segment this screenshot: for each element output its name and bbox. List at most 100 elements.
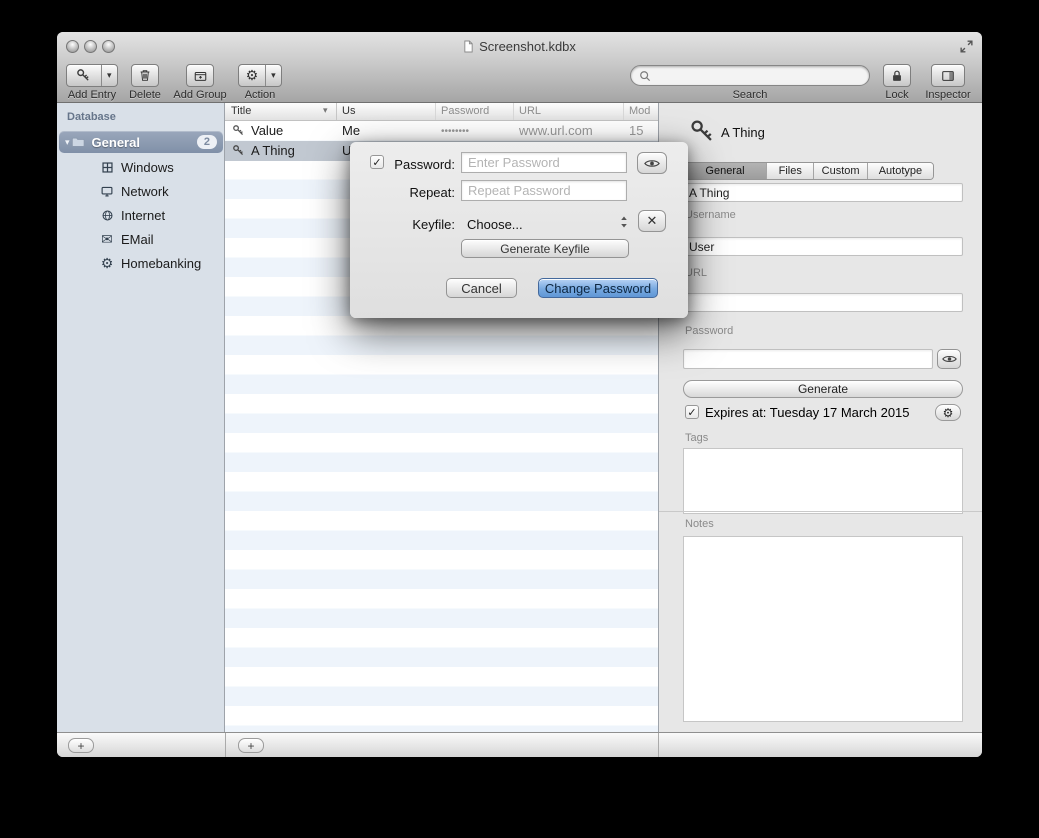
chevron-down-icon[interactable]: ▾ [101, 65, 117, 86]
folder-plus-icon [193, 69, 208, 83]
column-divider[interactable] [513, 103, 514, 120]
add-group-button[interactable] [186, 64, 214, 87]
pane-divider [658, 733, 659, 757]
sidebar-item-label: Internet [121, 208, 165, 223]
username-field[interactable] [683, 237, 963, 256]
sidebar-item-label: EMail [121, 232, 154, 247]
tags-label: Tags [685, 432, 708, 444]
display-icon [99, 183, 115, 199]
column-header-url[interactable]: URL [519, 105, 541, 117]
gear-icon: ⚙ [943, 406, 954, 420]
stepper-arrows-icon[interactable] [620, 215, 628, 229]
clear-keyfile-button[interactable]: ✕ [638, 210, 666, 232]
tags-input[interactable] [683, 448, 963, 514]
sidebar-item-label: Network [121, 184, 169, 199]
search-input[interactable] [655, 68, 861, 84]
add-entry-plus-button[interactable]: + [238, 738, 264, 753]
tab-custom[interactable]: Custom [814, 163, 867, 179]
tab-autotype[interactable]: Autotype [868, 163, 933, 179]
folder-icon [70, 135, 86, 149]
title-bar: Screenshot.kdbx [57, 32, 982, 60]
cell-password: •••••••• [441, 126, 469, 137]
add-group-plus-button[interactable]: + [68, 738, 94, 753]
globe-icon [99, 207, 115, 223]
inspector-entry-title: A Thing [721, 125, 765, 140]
dialog-keyfile-label: Keyfile: [354, 217, 455, 232]
expires-label: Expires at: Tuesday 17 March 2015 [705, 405, 910, 420]
expires-checkbox[interactable]: ✓ [685, 405, 699, 419]
password-field[interactable] [683, 349, 933, 369]
action-button[interactable]: ⚙ ▾ [238, 64, 282, 87]
column-divider[interactable] [435, 103, 436, 120]
url-label: URL [685, 267, 707, 279]
inspector-label: Inspector [913, 89, 983, 101]
sidebar: Database ▾ General 2 Windows Network [57, 103, 225, 732]
column-header-title[interactable]: Title [231, 105, 251, 117]
tab-files[interactable]: Files [767, 163, 814, 179]
cell-username: Me [342, 123, 360, 138]
change-password-button[interactable]: Change Password [538, 278, 658, 298]
new-password-input[interactable] [461, 152, 627, 173]
generate-password-button[interactable]: Generate [683, 380, 963, 398]
sort-indicator-icon: ▾ [323, 105, 328, 116]
sidebar-group-label: General [92, 135, 140, 150]
repeat-password-input[interactable] [461, 180, 627, 201]
reveal-password-button[interactable] [637, 152, 667, 174]
password-label: Password [685, 325, 733, 337]
notes-input[interactable] [683, 536, 963, 722]
delete-button[interactable] [131, 64, 159, 87]
sidebar-item-homebanking[interactable]: ⚙ Homebanking [57, 251, 224, 275]
lock-icon [890, 69, 904, 83]
fullscreen-icon[interactable] [959, 39, 974, 54]
app-window: Screenshot.kdbx ▾ Add Entry Delete Ad [57, 32, 982, 757]
lock-button[interactable] [883, 64, 911, 87]
column-header-password[interactable]: Password [441, 105, 489, 117]
sidebar-item-windows[interactable]: Windows [57, 155, 224, 179]
checkbox-check-icon: ✓ [685, 405, 699, 419]
trash-icon [138, 68, 152, 83]
add-entry-button[interactable]: ▾ [66, 64, 118, 87]
sidebar-header: Database [67, 111, 116, 123]
key-icon [232, 124, 245, 137]
envelope-icon: ✉ [99, 231, 115, 247]
eye-icon [942, 354, 957, 364]
inspector-panel-icon [940, 69, 956, 83]
generate-keyfile-button[interactable]: Generate Keyfile [461, 239, 629, 258]
sidebar-item-network[interactable]: Network [57, 179, 224, 203]
entry-count-badge: 2 [197, 135, 217, 149]
cancel-button[interactable]: Cancel [446, 278, 517, 298]
sidebar-group-general[interactable]: ▾ General 2 [59, 131, 223, 153]
bottom-bar: + + [57, 732, 982, 757]
key-icon [689, 118, 715, 144]
column-divider[interactable] [336, 103, 337, 120]
column-header-modified[interactable]: Mod [629, 105, 650, 117]
sidebar-item-internet[interactable]: Internet [57, 203, 224, 227]
key-icon [232, 144, 245, 157]
search-icon [639, 70, 651, 82]
column-header-username[interactable]: Us [342, 105, 355, 117]
action-label: Action [225, 89, 295, 101]
notes-label: Notes [685, 518, 714, 530]
tab-general[interactable]: General [684, 163, 767, 179]
table-row[interactable]: Value Me •••••••• www.url.com 15 [225, 121, 658, 141]
document-icon [463, 40, 474, 53]
search-field[interactable] [630, 65, 870, 86]
expiry-options-button[interactable]: ⚙ [935, 404, 961, 421]
change-password-dialog: ✓ Password: Repeat: Keyfile: Choose... ✕… [350, 142, 688, 318]
cell-url: www.url.com [519, 123, 593, 138]
sidebar-item-label: Homebanking [121, 256, 201, 271]
url-field[interactable] [683, 293, 963, 312]
entry-list-header: Title ▾ Us Password URL Mod [225, 103, 658, 121]
inspector-button[interactable] [931, 64, 965, 87]
close-icon: ✕ [647, 213, 658, 229]
keyfile-popup[interactable]: Choose... [467, 217, 523, 232]
username-label: Username [685, 209, 736, 221]
sidebar-item-email[interactable]: ✉ EMail [57, 227, 224, 251]
search-label: Search [715, 89, 785, 101]
column-divider[interactable] [623, 103, 624, 120]
gear-icon: ⚙ [99, 255, 115, 271]
chevron-down-icon[interactable]: ▾ [265, 65, 281, 86]
inspector-tabs: General Files Custom Autotype [683, 162, 934, 180]
title-field[interactable] [683, 183, 963, 202]
reveal-password-button[interactable] [937, 349, 961, 369]
